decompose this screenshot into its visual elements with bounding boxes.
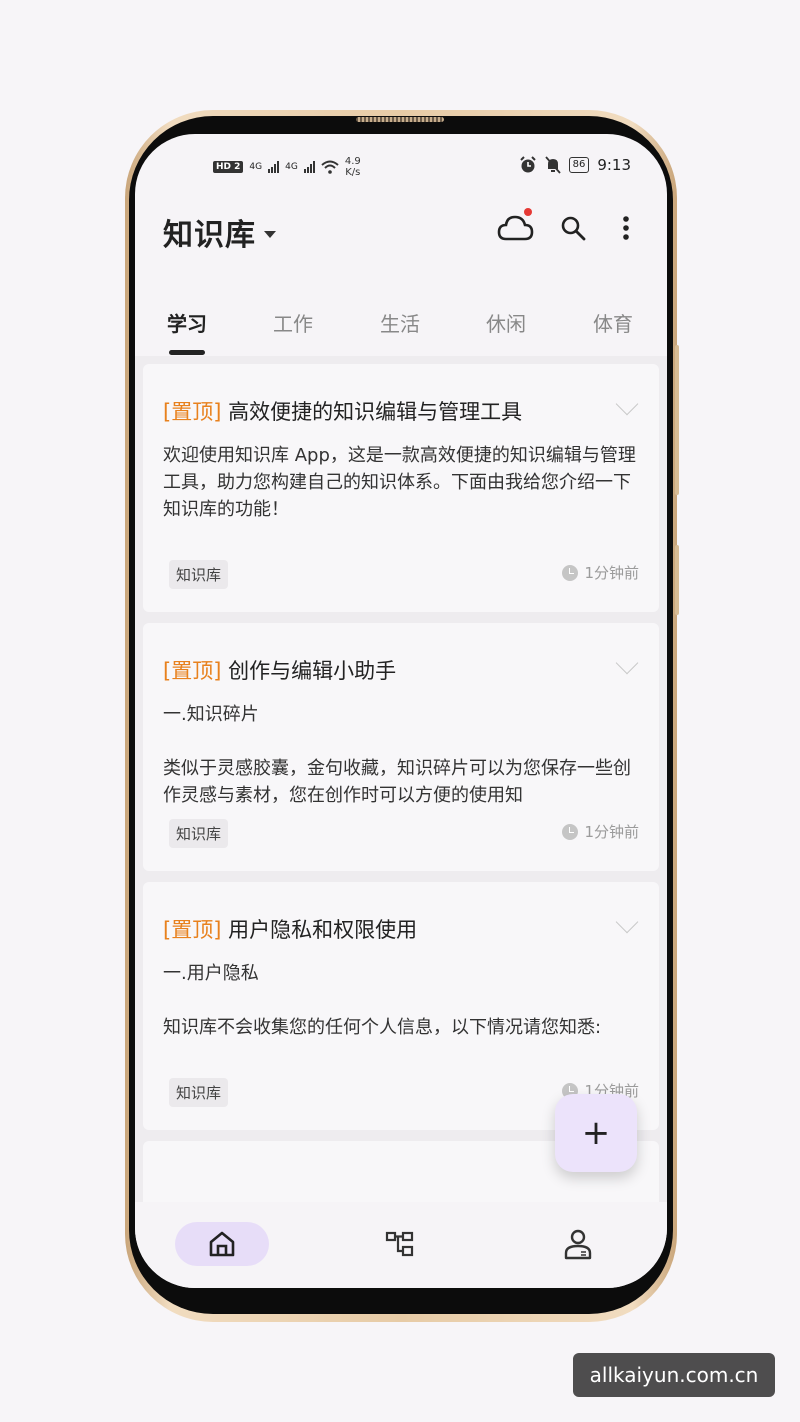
note-list: [置顶] 高效便捷的知识编辑与管理工具 欢迎使用知识库 App，这是一款高效便捷… — [135, 356, 667, 1202]
library-tag: 知识库 — [169, 819, 229, 848]
note-card[interactable]: [置顶] 创作与编辑小助手 一.知识碎片 类似于灵感胶囊，金句收藏，知识碎片可以… — [143, 623, 659, 871]
nav-profile[interactable] — [553, 1222, 603, 1266]
battery-indicator: 86 — [568, 157, 590, 173]
pinned-label: [置顶] — [163, 659, 222, 683]
network-type-1: 4G — [249, 162, 263, 172]
tab-work[interactable]: 工作 — [273, 308, 313, 337]
expand-chevron-icon[interactable] — [615, 651, 639, 675]
signal-icon — [268, 161, 280, 173]
watermark: allkaiyun.com.cn — [573, 1353, 775, 1397]
note-title: [置顶] 高效便捷的知识编辑与管理工具 — [163, 400, 523, 424]
note-preview: 欢迎使用知识库 App，这是一款高效便捷的知识编辑与管理工具，助力您构建自己的知… — [163, 445, 636, 520]
tab-leisure[interactable]: 休闲 — [486, 308, 526, 337]
home-icon — [209, 1231, 235, 1257]
dropdown-caret-icon — [264, 230, 276, 238]
library-selector[interactable]: 知识库 — [163, 210, 276, 254]
hd-badge: HD 2 — [213, 161, 244, 173]
earpiece-speaker — [356, 117, 444, 122]
structure-icon — [385, 1231, 414, 1257]
note-title: [置顶] 用户隐私和权限使用 — [163, 918, 418, 942]
cloud-sync-button[interactable] — [495, 208, 535, 248]
add-note-button[interactable]: + — [555, 1094, 637, 1172]
page-title: 知识库 — [163, 218, 256, 253]
search-icon — [561, 216, 586, 241]
mute-bell-icon — [544, 156, 561, 174]
signal-icon — [303, 161, 315, 173]
note-timestamp: 1分钟前 — [562, 562, 639, 583]
power-button — [675, 545, 679, 615]
note-card[interactable]: [置顶] 用户隐私和权限使用 一.用户隐私 知识库不会收集您的任何个人信息，以下… — [143, 882, 659, 1130]
status-bar: HD 2 4G 4G 4.9 K/s 86 9:13 — [135, 134, 667, 194]
library-tag: 知识库 — [169, 560, 229, 589]
nav-structure[interactable] — [375, 1222, 425, 1266]
wifi-icon — [321, 160, 339, 174]
note-title: [置顶] 创作与编辑小助手 — [163, 659, 397, 683]
nav-home[interactable] — [175, 1222, 269, 1266]
phone-screen: HD 2 4G 4G 4.9K/s 86 9:13 知识库 学习 工作 生活 — [135, 134, 667, 1288]
user-icon — [564, 1229, 592, 1260]
alarm-icon — [519, 156, 536, 173]
network-speed: 4.9 K/s — [344, 156, 361, 178]
search-button[interactable] — [553, 208, 593, 248]
notification-dot — [524, 208, 532, 216]
note-preview: 一.知识碎片 类似于灵感胶囊，金句收藏，知识碎片可以为您保存一些创作灵感与素材，… — [163, 704, 631, 806]
cloud-icon — [497, 215, 534, 241]
tab-sports[interactable]: 体育 — [593, 308, 633, 337]
more-vertical-icon — [623, 216, 629, 240]
volume-button — [675, 345, 679, 495]
note-preview: 一.用户隐私 知识库不会收集您的任何个人信息，以下情况请您知悉: — [163, 963, 602, 1038]
plus-icon: + — [581, 1113, 611, 1153]
note-card[interactable]: [置顶] 高效便捷的知识编辑与管理工具 欢迎使用知识库 App，这是一款高效便捷… — [143, 364, 659, 612]
tab-study[interactable]: 学习 — [167, 308, 207, 337]
bottom-navigation — [135, 1202, 667, 1288]
expand-chevron-icon[interactable] — [615, 392, 639, 416]
clock-icon — [562, 823, 579, 840]
pinned-label: [置顶] — [163, 400, 222, 424]
tab-life[interactable]: 生活 — [380, 308, 420, 337]
clock-icon — [562, 564, 579, 581]
clock-time: 9:13 — [597, 156, 631, 174]
network-type-2: 4G — [285, 162, 298, 172]
tab-indicator — [169, 350, 205, 355]
pinned-label: [置顶] — [163, 918, 222, 942]
more-options-button[interactable] — [606, 208, 646, 248]
library-tag: 知识库 — [169, 1078, 229, 1107]
note-timestamp: 1分钟前 — [562, 821, 639, 842]
category-tabs: 学习 工作 生活 休闲 体育 — [135, 304, 667, 355]
expand-chevron-icon[interactable] — [615, 910, 639, 934]
